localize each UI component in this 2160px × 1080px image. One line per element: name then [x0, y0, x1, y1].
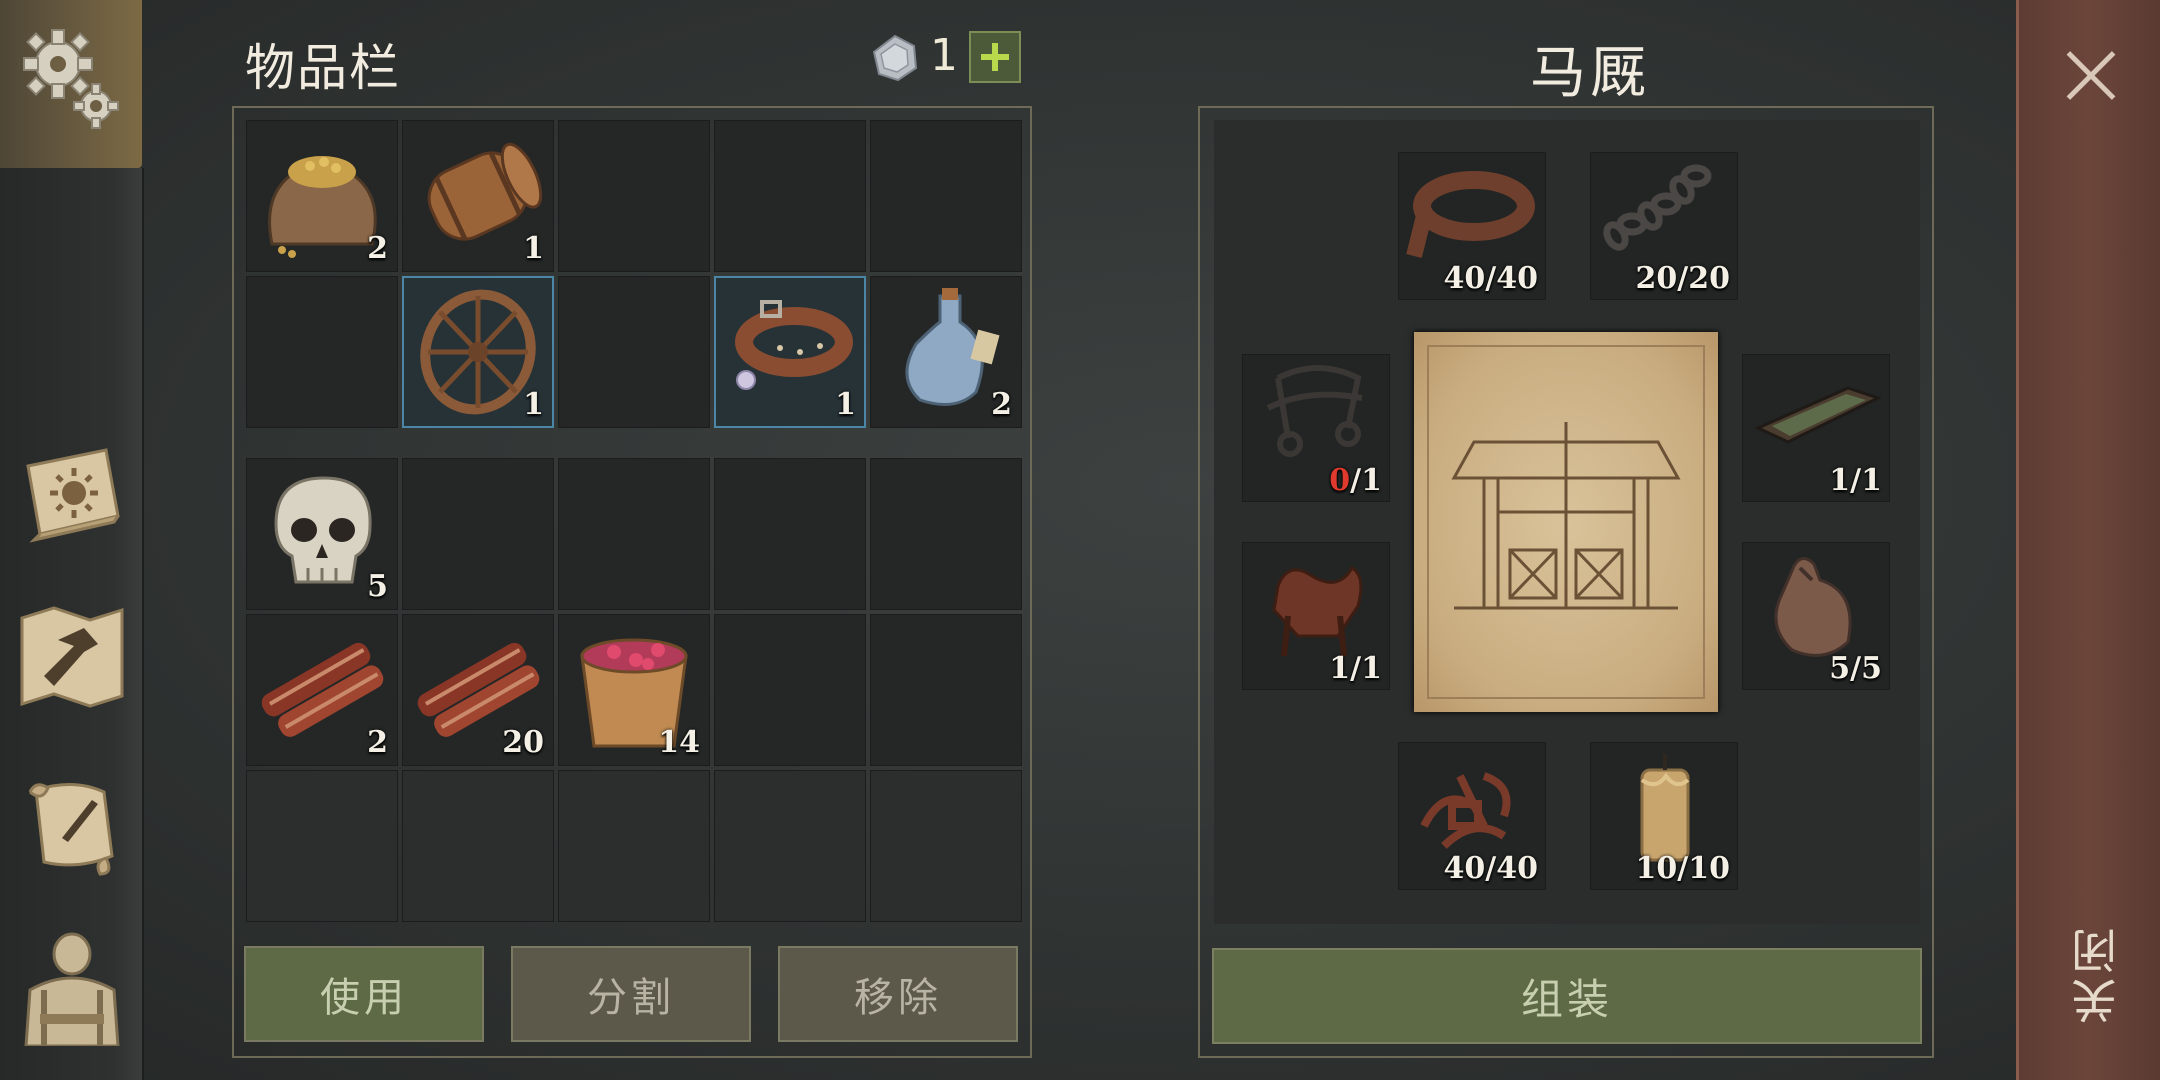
- item-quantity: 1: [523, 231, 544, 266]
- item-quantity: 20: [502, 725, 544, 760]
- inventory-slot[interactable]: [246, 770, 398, 922]
- quests-button[interactable]: [14, 770, 130, 886]
- inventory-slot[interactable]: [558, 276, 710, 428]
- split-button[interactable]: 分割: [511, 946, 751, 1042]
- settings-button[interactable]: [0, 0, 142, 168]
- material-count: 40/40: [1443, 261, 1538, 296]
- character-icon: [24, 932, 120, 1048]
- inventory-slot[interactable]: [870, 614, 1022, 766]
- gear-icon: [23, 29, 119, 129]
- inventory-title: 物品栏: [245, 39, 401, 97]
- inventory-slot[interactable]: 14: [558, 614, 710, 766]
- inventory-slot[interactable]: [246, 276, 398, 428]
- coin-count: 1: [930, 30, 958, 81]
- material-slot-leather-strap[interactable]: 40/40: [1398, 152, 1546, 300]
- material-slot-feed-sack[interactable]: 5/5: [1742, 542, 1890, 690]
- hammer-map-icon: [20, 606, 124, 708]
- inventory-slot[interactable]: 1: [402, 276, 554, 428]
- material-slot-saddle[interactable]: 1/1: [1242, 542, 1390, 690]
- character-button[interactable]: [14, 930, 130, 1048]
- item-quantity: 14: [658, 725, 700, 760]
- material-count: 40/40: [1443, 851, 1538, 886]
- inventory-slot[interactable]: [714, 614, 866, 766]
- inventory-slot[interactable]: [870, 458, 1022, 610]
- material-count: 0/1: [1329, 463, 1382, 498]
- sun-book-icon: [26, 448, 120, 543]
- inventory-slot[interactable]: 2: [246, 614, 398, 766]
- inventory-slot[interactable]: [558, 120, 710, 272]
- material-count: 5/5: [1829, 651, 1882, 686]
- stable-title: 马厩: [1530, 41, 1650, 106]
- feed-sack-icon: [1774, 557, 1852, 657]
- inventory-slot[interactable]: [402, 770, 554, 922]
- chain-icon: [1603, 164, 1712, 251]
- inventory-slot[interactable]: 1: [402, 120, 554, 272]
- material-slot-bridle[interactable]: 0/1: [1242, 354, 1390, 502]
- item-quantity: 1: [835, 387, 856, 422]
- close-panel[interactable]: [2016, 0, 2160, 1080]
- add-coin-button[interactable]: [969, 31, 1021, 83]
- inventory-slot[interactable]: [558, 458, 710, 610]
- inventory-slot[interactable]: [870, 120, 1022, 272]
- close-label[interactable]: 关闭: [2064, 924, 2124, 1024]
- silver-coin-icon: [872, 34, 918, 82]
- material-slot-leather-scraps[interactable]: 40/40: [1398, 742, 1546, 890]
- inventory-slot[interactable]: [714, 458, 866, 610]
- use-button[interactable]: 使用: [244, 946, 484, 1042]
- item-quantity: 5: [367, 569, 388, 604]
- inventory-slot[interactable]: 5: [246, 458, 398, 610]
- inventory-slot[interactable]: [714, 120, 866, 272]
- remove-button[interactable]: 移除: [778, 946, 1018, 1042]
- stable-blueprint: [1414, 332, 1718, 712]
- item-quantity: 1: [523, 387, 544, 422]
- item-quantity: 2: [991, 387, 1012, 422]
- sidebar: [0, 0, 144, 1080]
- trough-icon: [1754, 386, 1882, 444]
- inventory-slot[interactable]: [714, 770, 866, 922]
- assemble-button[interactable]: 组装: [1212, 948, 1922, 1044]
- leather-strap-icon: [1406, 171, 1535, 258]
- inventory-grid: 2 1 1 1 2 5 2 20 14: [246, 120, 1026, 922]
- close-icon[interactable]: [2063, 48, 2119, 104]
- material-count: 10/10: [1635, 851, 1730, 886]
- material-count: 1/1: [1829, 463, 1882, 498]
- item-quantity: 2: [367, 231, 388, 266]
- material-count: 1/1: [1329, 651, 1382, 686]
- material-slot-candle[interactable]: 10/10: [1590, 742, 1738, 890]
- stable-blueprint-drawing: [1427, 345, 1705, 699]
- inventory-slot[interactable]: 2: [870, 276, 1022, 428]
- bridle-icon: [1266, 365, 1363, 457]
- material-count: 20/20: [1635, 261, 1730, 296]
- material-slot-trough[interactable]: 1/1: [1742, 354, 1890, 502]
- candle-icon: [1640, 754, 1690, 862]
- scroll-icon: [28, 782, 114, 876]
- journal-button[interactable]: [14, 436, 130, 552]
- item-quantity: 2: [367, 725, 388, 760]
- leather-scraps-icon: [1420, 772, 1511, 849]
- saddle-icon: [1272, 565, 1363, 657]
- inventory-slot[interactable]: 20: [402, 614, 554, 766]
- inventory-slot[interactable]: 2: [246, 120, 398, 272]
- crafting-button[interactable]: [14, 600, 130, 716]
- material-slot-chain[interactable]: 20/20: [1590, 152, 1738, 300]
- inventory-slot[interactable]: [558, 770, 710, 922]
- inventory-slot[interactable]: [870, 770, 1022, 922]
- inventory-slot[interactable]: 1: [714, 276, 866, 428]
- inventory-slot[interactable]: [402, 458, 554, 610]
